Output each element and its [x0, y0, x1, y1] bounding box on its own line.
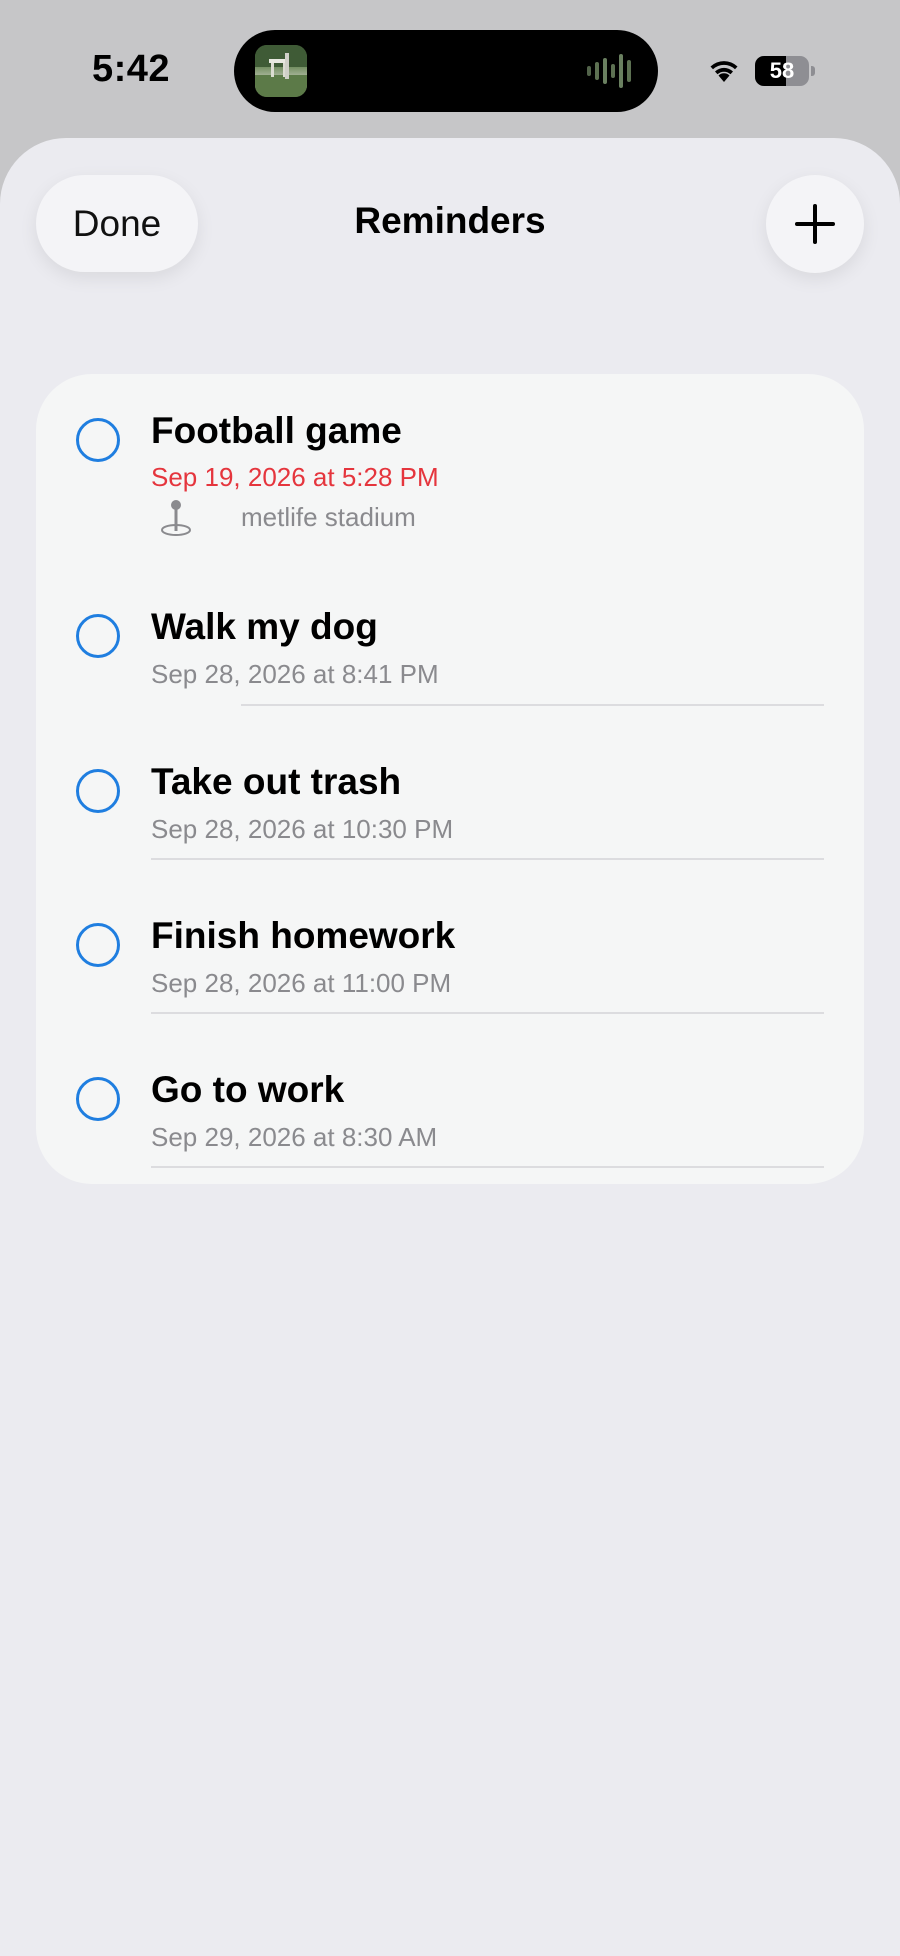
- row-divider: [241, 704, 824, 706]
- wifi-icon: [710, 61, 738, 82]
- complete-checkbox[interactable]: [76, 614, 120, 658]
- reminder-title: Finish homework: [151, 915, 456, 956]
- page-title: Reminders: [354, 200, 546, 241]
- audio-waveform-icon: [587, 54, 631, 88]
- row-divider: [151, 1166, 824, 1168]
- reminder-date: Sep 28, 2026 at 8:41 PM: [151, 659, 439, 689]
- reminder-title: Football game: [151, 410, 402, 451]
- complete-checkbox[interactable]: [76, 418, 120, 462]
- row-divider: [151, 1012, 824, 1014]
- reminder-date: Sep 29, 2026 at 8:30 AM: [151, 1122, 438, 1152]
- list-item[interactable]: Football game Sep 19, 2026 at 5:28 PM me…: [36, 374, 864, 566]
- sheet-header: Done Reminders: [0, 138, 900, 318]
- status-time: 5:42: [92, 48, 171, 90]
- row-divider: [151, 858, 824, 860]
- status-bar: 5:42 58: [0, 0, 900, 140]
- list-item[interactable]: Go to work Sep 29, 2026 at 8:30 AM: [36, 1029, 864, 1184]
- battery-percentage: 58: [769, 58, 795, 83]
- reminder-date: Sep 28, 2026 at 10:30 PM: [151, 814, 454, 844]
- reminder-date: Sep 19, 2026 at 5:28 PM: [151, 462, 439, 492]
- reminder-title: Walk my dog: [151, 606, 378, 647]
- done-button[interactable]: Done: [36, 175, 198, 272]
- reminder-date: Sep 28, 2026 at 11:00 PM: [151, 968, 452, 998]
- dynamic-island[interactable]: [234, 30, 658, 112]
- now-playing-artwork[interactable]: [255, 45, 307, 97]
- list-item[interactable]: Walk my dog Sep 28, 2026 at 8:41 PM: [36, 566, 864, 721]
- reminders-list: Football game Sep 19, 2026 at 5:28 PM me…: [36, 374, 864, 1184]
- complete-checkbox[interactable]: [76, 769, 120, 813]
- add-reminder-button[interactable]: [766, 175, 864, 273]
- battery-icon: 58: [755, 56, 815, 86]
- reminder-title: Go to work: [151, 1069, 345, 1110]
- list-item[interactable]: Take out trash Sep 28, 2026 at 10:30 PM: [36, 721, 864, 875]
- reminder-location: metlife stadium: [241, 502, 416, 532]
- complete-checkbox[interactable]: [76, 923, 120, 967]
- plus-icon: [795, 204, 835, 244]
- location-pin-icon: [161, 500, 191, 536]
- complete-checkbox[interactable]: [76, 1077, 120, 1121]
- reminder-title: Take out trash: [151, 761, 402, 802]
- list-item[interactable]: Finish homework Sep 28, 2026 at 11:00 PM: [36, 875, 864, 1029]
- reminders-sheet: Done Reminders Football game Sep 19, 202…: [0, 138, 900, 1956]
